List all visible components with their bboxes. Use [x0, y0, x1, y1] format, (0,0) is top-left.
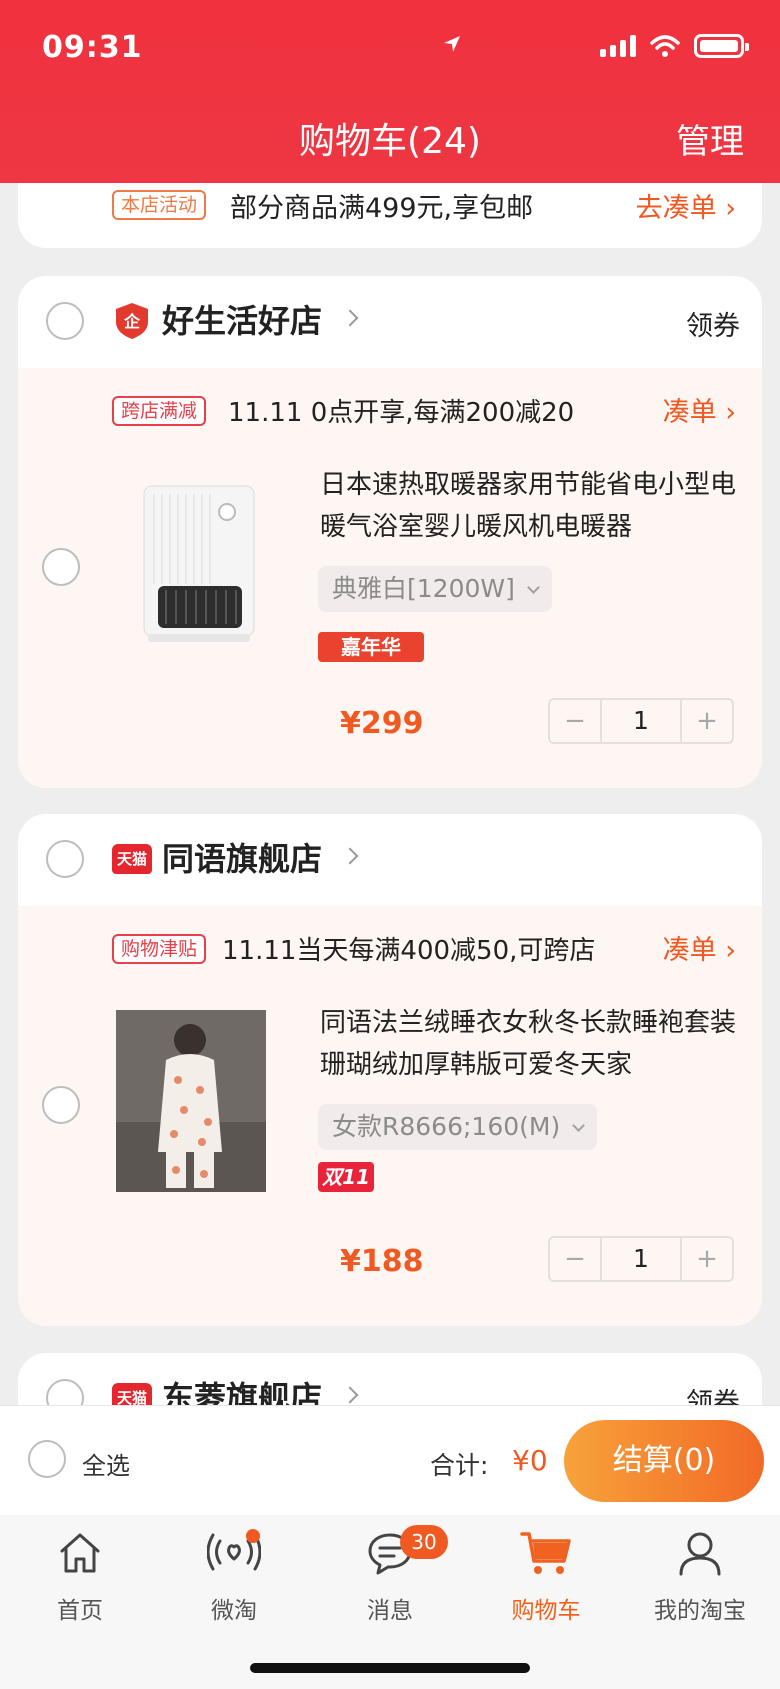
discount-tag: 跨店满减 — [112, 396, 207, 426]
discount-tag: 购物津贴 — [112, 934, 207, 964]
tab-my-taobao[interactable]: 我的淘宝 — [622, 1529, 778, 1625]
status-icons — [444, 34, 749, 58]
discount-row: 购物津贴 11.11当天每满400减50,可跨店 凑单 › — [18, 906, 762, 994]
store-card: 天猫 同语旗舰店 购物津贴 11.11当天每满400减50,可跨店 凑单 › 同… — [18, 814, 762, 1326]
tab-cart[interactable]: 购物车 — [468, 1529, 624, 1625]
enterprise-shield-icon: 企 — [116, 303, 148, 339]
coupon-button[interactable]: 领券 — [686, 304, 740, 343]
total-label: 合计: — [430, 1451, 489, 1480]
home-icon — [60, 1533, 100, 1573]
item-select-radio[interactable] — [42, 548, 80, 586]
store-name[interactable]: 同语旗舰店 — [162, 834, 322, 880]
home-indicator[interactable] — [250, 1663, 530, 1673]
chevron-down-icon — [526, 581, 540, 594]
signal-icon — [600, 35, 636, 57]
total-value: ¥0 — [512, 1444, 548, 1477]
sku-selector[interactable]: 女款R8666;160(M) — [318, 1104, 598, 1150]
store-name[interactable]: 好生活好店 — [162, 296, 322, 342]
sku-text: 女款R8666;160(M) — [332, 1112, 561, 1141]
location-arrow-icon — [444, 36, 460, 52]
discount-text: 11.11 0点开享,每满200减20 — [228, 398, 575, 428]
item-price: ¥299 — [340, 706, 424, 741]
discount-text: 11.11当天每满400减50,可跨店 — [222, 936, 596, 966]
tab-label: 消息 — [367, 1598, 413, 1624]
item-select-radio[interactable] — [42, 1086, 80, 1124]
quantity-stepper: − 1 + — [548, 698, 734, 744]
add-items-link[interactable]: 凑单 › — [663, 928, 736, 967]
message-count-badge: 30 — [400, 1525, 448, 1559]
discount-row: 跨店满减 11.11 0点开享,每满200减20 凑单 › — [18, 368, 762, 456]
tab-weitao[interactable]: 微淘 — [156, 1529, 312, 1625]
quantity-input[interactable]: 1 — [600, 1238, 682, 1280]
cart-icon — [520, 1532, 571, 1574]
product-title[interactable]: 同语法兰绒睡衣女秋冬长款睡袍套装珊瑚绒加厚韩版可爱冬天家 — [320, 1002, 736, 1086]
decrement-button[interactable]: − — [550, 700, 600, 742]
store-header: 天猫 同语旗舰店 — [18, 814, 762, 906]
tab-label: 微淘 — [211, 1598, 257, 1624]
increment-button[interactable]: + — [682, 700, 732, 742]
notification-dot — [246, 1529, 260, 1543]
sku-text: 典雅白[1200W] — [332, 574, 515, 603]
store-header: 企 好生活好店 领券 — [18, 276, 762, 368]
select-all-radio[interactable] — [28, 1440, 66, 1478]
product-image-heater[interactable] — [104, 464, 294, 654]
tab-home[interactable]: 首页 — [2, 1529, 158, 1625]
store-body: 跨店满减 11.11 0点开享,每满200减20 凑单 › 日本速热取暖器家用节… — [18, 368, 762, 788]
decrement-button[interactable]: − — [550, 1238, 600, 1280]
product-image-pajamas[interactable] — [104, 1002, 294, 1192]
tab-label: 购物车 — [511, 1598, 581, 1624]
checkout-bar: 全选 合计: ¥0 结算(0) — [0, 1405, 780, 1515]
select-all-label[interactable]: 全选 — [82, 1446, 130, 1481]
cart-item: 日本速热取暖器家用节能省电小型电暖气浴室婴儿暖风机电暖器 典雅白[1200W] … — [18, 456, 762, 786]
promo-badge: 双11 — [318, 1162, 374, 1192]
chevron-right-icon — [341, 1386, 359, 1404]
tmall-logo-icon: 天猫 — [112, 844, 152, 874]
manage-button[interactable]: 管理 — [676, 114, 744, 163]
svg-text:企: 企 — [123, 312, 141, 331]
store-body: 购物津贴 11.11当天每满400减50,可跨店 凑单 › 同语法兰绒睡衣女秋冬… — [18, 906, 762, 1326]
page-title: 购物车(24) — [299, 121, 481, 162]
item-price: ¥188 — [340, 1244, 424, 1279]
tab-messages[interactable]: 30 消息 — [312, 1525, 468, 1625]
quantity-input[interactable]: 1 — [600, 700, 682, 742]
product-title[interactable]: 日本速热取暖器家用节能省电小型电暖气浴室婴儿暖风机电暖器 — [320, 464, 736, 548]
store-card: 企 好生活好店 领券 跨店满减 11.11 0点开享,每满200减20 凑单 › — [18, 276, 762, 788]
tab-label: 我的淘宝 — [654, 1598, 746, 1624]
quantity-stepper: − 1 + — [548, 1236, 734, 1282]
cart-item: 同语法兰绒睡衣女秋冬长款睡袍套装珊瑚绒加厚韩版可爱冬天家 女款R8666;160… — [18, 994, 762, 1324]
sku-selector[interactable]: 典雅白[1200W] — [318, 566, 552, 612]
chevron-down-icon — [572, 1119, 586, 1132]
add-items-link[interactable]: 凑单 › — [663, 390, 736, 429]
promo-tag: 本店活动 — [112, 190, 207, 220]
battery-icon — [694, 34, 749, 58]
app-header: 09:31 购物车(24) 管理 — [0, 0, 780, 183]
store-select-radio[interactable] — [46, 840, 84, 878]
status-time: 09:31 — [42, 30, 143, 65]
store-select-radio[interactable] — [46, 302, 84, 340]
wifi-icon — [650, 35, 680, 57]
chevron-right-icon — [341, 309, 359, 327]
tab-label: 首页 — [57, 1598, 103, 1624]
promo-text: 部分商品满499元,享包邮 — [230, 193, 534, 224]
add-items-link[interactable]: 去凑单 › — [636, 186, 736, 225]
increment-button[interactable]: + — [682, 1238, 732, 1280]
promo-badge: 嘉年华 — [318, 632, 424, 662]
checkout-button[interactable]: 结算(0) — [564, 1420, 764, 1502]
profile-icon — [679, 1532, 721, 1576]
chevron-right-icon — [341, 847, 359, 865]
